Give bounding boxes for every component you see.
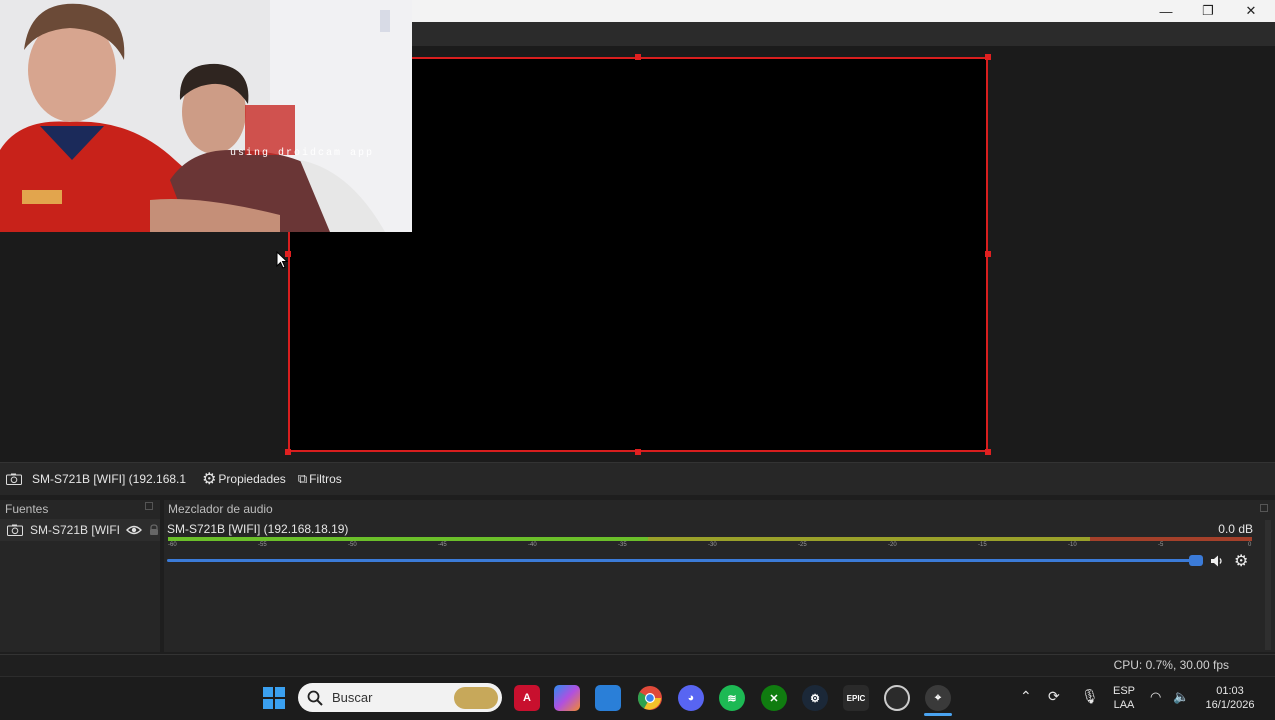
mixer-dock-title: Mezclador de audio	[168, 502, 273, 516]
audio-settings-gear-icon[interactable]: ⚙	[1234, 551, 1248, 571]
audio-meter-green	[168, 537, 648, 541]
chrome-icon[interactable]	[637, 685, 663, 711]
meter-tick-label: -35	[618, 542, 627, 548]
audio-channel-name: SM-S721B [WIFI] (192.168.18.19)	[167, 522, 349, 536]
sync-icon[interactable]: ⟳	[1048, 688, 1060, 705]
meter-tick-label: -50	[348, 542, 357, 548]
eye-icon[interactable]	[126, 525, 143, 535]
windows-start-icon[interactable]	[263, 687, 285, 709]
audio-mixer-dock: Mezclador de audio SM-S721B [WIFI] (192.…	[164, 500, 1275, 652]
source-name-label: SM-S721B [WIFI] (192.168.1	[32, 472, 187, 486]
properties-label: Propiedades	[218, 472, 286, 486]
resize-handle-tr[interactable]	[985, 54, 991, 60]
search-highlight-image	[454, 686, 498, 709]
source-list-item[interactable]: SM-S721B [WIFI	[0, 519, 160, 541]
meter-tick-label: 0	[1248, 542, 1252, 548]
meter-tick-label: -15	[978, 542, 987, 548]
amd-icon[interactable]: A	[514, 685, 540, 711]
clock-date: 16/1/2026	[1205, 699, 1255, 711]
discord-icon[interactable]: ◕	[678, 685, 704, 711]
chevron-up-icon[interactable]: ⌃	[1020, 688, 1032, 705]
resize-handle-right[interactable]	[985, 251, 991, 257]
xbox-icon[interactable]: ✕	[761, 685, 787, 711]
filters-button[interactable]: ⧉ Filtros	[298, 471, 342, 487]
maps-icon[interactable]: ⌖	[925, 685, 951, 711]
resize-handle-br[interactable]	[985, 449, 991, 455]
audio-meter-yellow	[648, 537, 1090, 541]
epic-games-icon[interactable]: EPIC	[843, 685, 869, 711]
photos-icon[interactable]	[595, 685, 621, 711]
camera-icon	[6, 473, 22, 485]
sources-dock-title: Fuentes	[5, 502, 49, 516]
meter-tick-label: -5	[1158, 542, 1164, 548]
maximize-button[interactable]: ❐	[1187, 0, 1229, 22]
filters-label: Filtros	[309, 472, 342, 486]
source-item-label: SM-S721B [WIFI	[30, 523, 121, 537]
webcam-watermark-text: using droidcam app	[230, 147, 374, 159]
camera-icon	[7, 524, 23, 536]
resize-handle-top[interactable]	[635, 54, 641, 60]
lock-icon[interactable]	[148, 524, 160, 536]
meter-tick-label: -40	[528, 542, 537, 548]
speaker-icon[interactable]	[1210, 554, 1224, 568]
dock-float-icon[interactable]	[145, 502, 153, 510]
microphone-icon[interactable]: 🎙	[1081, 688, 1099, 705]
audio-channel-db: 0.0 dB	[1218, 522, 1253, 536]
active-app-indicator	[924, 713, 952, 716]
webcam-feed: using droidcam app	[0, 0, 412, 232]
gear-icon: ⚙	[202, 471, 217, 488]
meter-tick-label: -20	[888, 542, 897, 548]
language-indicator[interactable]: ESP LAA	[1108, 684, 1140, 712]
close-button[interactable]: ✕	[1230, 0, 1272, 22]
sources-dock: Fuentes SM-S721B [WIFI	[0, 500, 160, 652]
meter-tick-label: -25	[798, 542, 807, 548]
mixer-scrollbar[interactable]	[1265, 520, 1271, 650]
spotify-icon[interactable]: ≋	[719, 685, 745, 711]
source-toolbar: SM-S721B [WIFI] (192.168.1 ⚙ Propiedades…	[0, 462, 1275, 495]
dock-float-icon[interactable]	[1260, 504, 1268, 512]
filter-icon: ⧉	[297, 471, 308, 486]
search-placeholder: Buscar	[332, 690, 373, 705]
meter-tick-label: -60	[168, 542, 177, 548]
volume-slider-handle[interactable]	[1189, 555, 1203, 566]
meter-tick-label: -10	[1068, 542, 1077, 548]
webcam-image: using droidcam app	[0, 0, 412, 232]
obs-icon[interactable]	[884, 685, 910, 711]
taskbar-search[interactable]: Buscar	[298, 683, 502, 712]
meter-tick-label: -30	[708, 542, 717, 548]
status-bar: CPU: 0.7%, 30.00 fps	[0, 654, 1275, 676]
properties-button[interactable]: ⚙ Propiedades	[202, 469, 286, 489]
copilot-icon[interactable]	[554, 685, 580, 711]
volume-slider-track[interactable]	[167, 559, 1201, 562]
meter-tick-label: -45	[438, 542, 447, 548]
resize-handle-bl[interactable]	[285, 449, 291, 455]
audio-meter-red	[1090, 537, 1252, 541]
steam-icon[interactable]: ⚙	[802, 685, 828, 711]
cpu-status: CPU: 0.7%, 30.00 fps	[1113, 658, 1229, 672]
meter-tick-label: -55	[258, 542, 267, 548]
mouse-cursor-icon	[276, 251, 288, 269]
search-icon	[307, 690, 323, 706]
audio-meter-scale: -60 -55 -50 -45 -40 -35 -30 -25 -20 -15 -10 -5 0	[168, 542, 1252, 552]
volume-icon[interactable]: 🔈	[1173, 689, 1189, 705]
clock[interactable]: 01:03 16/1/2026	[1200, 684, 1260, 712]
source-selector[interactable]: SM-S721B [WIFI] (192.168.1	[6, 472, 186, 486]
wifi-icon[interactable]: ◠	[1150, 689, 1161, 705]
clock-time: 01:03	[1216, 685, 1244, 697]
resize-handle-bottom[interactable]	[635, 449, 641, 455]
language-top: ESP	[1112, 685, 1135, 697]
minimize-button[interactable]: —	[1145, 0, 1187, 22]
language-bottom: LAA	[1113, 699, 1135, 711]
